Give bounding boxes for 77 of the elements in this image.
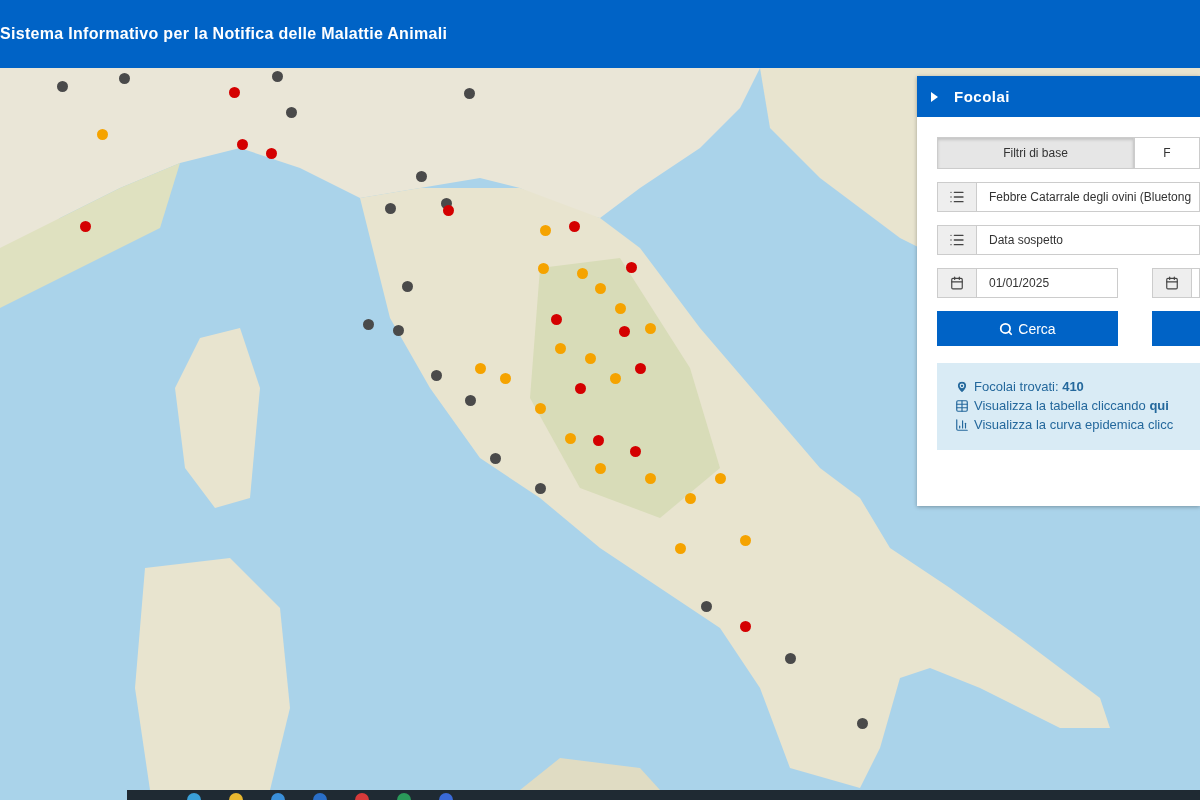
map-marker[interactable] [402,281,413,292]
map-marker[interactable] [715,473,726,484]
map-marker[interactable] [266,148,277,159]
date-type-select[interactable]: Data sospetto [937,225,1200,255]
table-icon [955,398,969,413]
list-icon [938,226,977,254]
map-marker[interactable] [431,370,442,381]
map-marker[interactable] [237,139,248,150]
chart-icon [955,417,969,432]
map-marker[interactable] [675,543,686,554]
map-marker[interactable] [635,363,646,374]
map-marker[interactable] [80,221,91,232]
caret-icon [931,91,938,102]
map-marker[interactable] [645,473,656,484]
date-from-field[interactable]: 01/01/2025 [937,268,1118,298]
map[interactable]: Focolai Filtri di base F Febbre Catarrale degli ovini (Bluetong Data sospetto 01/01/2025 Cerca Focolai trovati: 410 Visualizza la tabella cliccando qui Visualizza la curva epidemica clicc [0,68,1200,790]
map-marker[interactable] [595,283,606,294]
taskbar-app-icon[interactable] [229,793,243,800]
taskbar-app-icon[interactable] [271,793,285,800]
map-marker[interactable] [595,463,606,474]
map-marker[interactable] [857,718,868,729]
map-marker[interactable] [740,535,751,546]
filter-tab[interactable]: F [1134,137,1200,169]
date-to-field[interactable] [1152,268,1200,298]
map-marker[interactable] [626,262,637,273]
map-marker[interactable] [535,483,546,494]
map-marker[interactable] [119,73,130,84]
app-title: Sistema Informativo per la Notifica delle Malattie Animali [0,25,448,43]
map-pin-icon [955,379,969,394]
map-marker[interactable] [363,319,374,330]
map-marker[interactable] [630,446,641,457]
results-count: Focolai trovati: 410 [974,379,1084,394]
map-marker[interactable] [272,71,283,82]
map-marker[interactable] [538,263,549,274]
calendar-icon [938,269,977,297]
map-marker[interactable] [585,353,596,364]
map-marker[interactable] [464,88,475,99]
map-marker[interactable] [551,314,562,325]
epidemic-curve-link[interactable]: Visualizza la curva epidemica clicc [974,417,1174,432]
search-button[interactable]: Cerca [937,311,1118,346]
map-marker[interactable] [645,323,656,334]
taskbar-app-icon[interactable] [187,793,201,800]
map-marker[interactable] [619,326,630,337]
map-marker[interactable] [540,225,551,236]
map-marker[interactable] [535,403,546,414]
search-icon [999,321,1014,336]
list-icon [938,183,977,211]
map-marker[interactable] [685,493,696,504]
panel-title: Focolai [954,88,1010,105]
filter-tab[interactable]: Filtri di base [937,137,1134,169]
map-marker[interactable] [740,621,751,632]
calendar-icon [1153,269,1192,297]
map-marker[interactable] [490,453,501,464]
map-marker[interactable] [500,373,511,384]
map-marker[interactable] [97,129,108,140]
map-marker[interactable] [593,435,604,446]
map-marker[interactable] [416,171,427,182]
map-marker[interactable] [465,395,476,406]
map-marker[interactable] [385,203,396,214]
map-marker[interactable] [57,81,68,92]
map-marker[interactable] [393,325,404,336]
map-marker[interactable] [610,373,621,384]
map-marker[interactable] [443,205,454,216]
map-marker[interactable] [555,343,566,354]
map-marker[interactable] [575,383,586,394]
table-link[interactable]: Visualizza la tabella cliccando qui [974,398,1169,413]
map-marker[interactable] [701,601,712,612]
map-marker[interactable] [615,303,626,314]
taskbar-app-icon[interactable] [397,793,411,800]
map-marker[interactable] [785,653,796,664]
map-marker[interactable] [286,107,297,118]
map-marker[interactable] [475,363,486,374]
map-marker[interactable] [565,433,576,444]
map-marker[interactable] [229,87,240,98]
map-marker[interactable] [577,268,588,279]
map-marker[interactable] [569,221,580,232]
disease-select[interactable]: Febbre Catarrale degli ovini (Bluetong [937,182,1200,212]
